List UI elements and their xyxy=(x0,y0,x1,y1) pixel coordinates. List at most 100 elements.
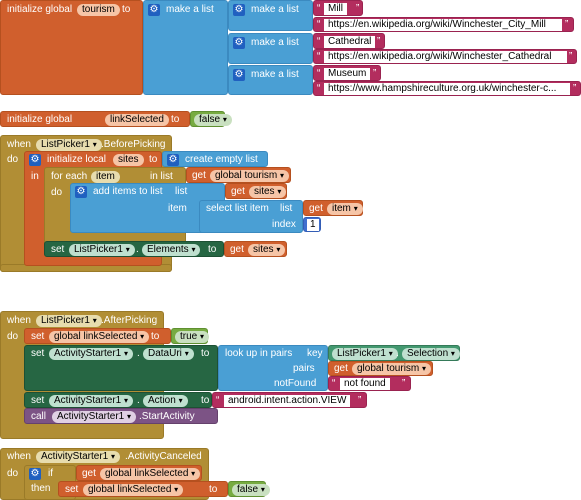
component-dropdown[interactable]: ListPicker1 ▾ xyxy=(36,139,102,151)
var-dropdown[interactable]: item ▾ xyxy=(327,203,363,215)
number-value[interactable]: 1 xyxy=(307,219,319,231)
make-a-list-cathedral[interactable]: ⚙ make a list xyxy=(228,33,313,64)
var-dropdown[interactable]: global linkSelected ▾ xyxy=(49,331,150,343)
text-value[interactable]: android.intent.action.VIEW xyxy=(224,395,351,407)
look-up-in-pairs-block[interactable]: look up in pairs key pairs notFound xyxy=(218,345,328,391)
var-dropdown[interactable]: global linkSelected ▾ xyxy=(83,484,184,496)
component-dropdown[interactable]: ListPicker1 ▾ xyxy=(332,348,398,360)
logic-true-block[interactable]: true ▾ xyxy=(171,328,210,344)
text-block-museum[interactable]: “ Museum ” xyxy=(313,65,381,81)
key-label: key xyxy=(307,348,323,359)
property-dropdown[interactable]: Action ▾ xyxy=(143,395,188,407)
get-global-linkselected-block[interactable]: get global linkSelected ▾ xyxy=(76,465,202,481)
set-activitystarter-datauri-block[interactable]: set ActivityStarter1 ▾ . DataUri ▾ to xyxy=(24,345,218,391)
do-label: do xyxy=(7,468,19,479)
text-value[interactable]: Museum xyxy=(324,68,371,80)
make-a-list-museum[interactable]: ⚙ make a list xyxy=(228,65,313,95)
get-sites-block[interactable]: get sites ▾ xyxy=(224,241,287,257)
text-block-action[interactable]: “ android.intent.action.VIEW ” xyxy=(212,392,367,408)
set-listpicker-elements-block[interactable]: set ListPicker1 ▾ . Elements ▾ to xyxy=(44,241,224,257)
init-global-tourism-block[interactable]: initialize global tourism to xyxy=(0,0,143,95)
mutator-gear-icon[interactable]: ⚙ xyxy=(75,186,87,198)
var-dropdown[interactable]: sites ▾ xyxy=(249,186,287,198)
true-dropdown[interactable]: true ▾ xyxy=(175,331,210,343)
global-var-name-tourism[interactable]: tourism xyxy=(77,4,120,16)
create-empty-list-block[interactable]: ⚙ create empty list xyxy=(162,151,268,167)
text-block-url-mill[interactable]: “ https://en.wikipedia.org/wiki/Winchest… xyxy=(313,17,574,32)
property-dropdown[interactable]: Selection ▾ xyxy=(402,348,460,360)
do-label: do xyxy=(51,187,63,198)
to-label: to xyxy=(208,244,217,255)
text-value[interactable]: https://www.hampshireculture.org.uk/winc… xyxy=(324,83,570,95)
text-block-url-cathedral[interactable]: “ https://en.wikipedia.org/wiki/Winchest… xyxy=(313,49,577,64)
quote-open: “ xyxy=(332,378,336,389)
set-global-linkselected-block[interactable]: set global linkSelected ▾ to xyxy=(24,328,171,344)
mutator-gear-icon[interactable]: ⚙ xyxy=(29,468,41,480)
mutator-gear-icon[interactable]: ⚙ xyxy=(29,154,41,166)
property-dropdown[interactable]: Elements ▾ xyxy=(142,244,201,256)
component-dropdown[interactable]: ActivityStarter1 ▾ xyxy=(36,451,121,463)
component-dropdown[interactable]: ActivityStarter1 ▾ xyxy=(49,348,134,360)
var-dropdown[interactable]: sites ▾ xyxy=(248,244,286,256)
mutator-gear-icon[interactable]: ⚙ xyxy=(233,4,245,16)
mutator-gear-icon[interactable]: ⚙ xyxy=(148,4,160,16)
false-dropdown[interactable]: false ▾ xyxy=(194,114,232,126)
text-value[interactable]: Mill xyxy=(324,3,347,15)
quote-close: ” xyxy=(402,378,406,389)
var-dropdown[interactable]: global tourism ▾ xyxy=(352,363,432,375)
to-label: to xyxy=(209,484,218,495)
set-label: set xyxy=(31,395,45,406)
text-value[interactable]: https://en.wikipedia.org/wiki/Winchester… xyxy=(324,19,562,31)
text-block-cathedral[interactable]: “ Cathedral ” xyxy=(313,33,385,49)
local-var-name-sites[interactable]: sites xyxy=(113,154,144,166)
when-label: when xyxy=(7,139,31,150)
mutator-gear-icon[interactable]: ⚙ xyxy=(233,69,245,81)
to-label: to xyxy=(201,395,210,406)
dot-label: . xyxy=(137,395,140,406)
listpicker-selection-getter[interactable]: ListPicker1 ▾ . Selection ▾ xyxy=(328,345,460,361)
text-block-not-found[interactable]: “ not found ” xyxy=(328,376,411,391)
text-value[interactable]: Cathedral xyxy=(324,36,376,48)
property-dropdown[interactable]: DataUri ▾ xyxy=(143,348,194,360)
quote-open: “ xyxy=(317,83,321,94)
text-block-url-museum[interactable]: “ https://www.hampshireculture.org.uk/wi… xyxy=(313,81,581,96)
text-value[interactable]: https://en.wikipedia.org/wiki/Winchester… xyxy=(324,51,567,63)
mutator-gear-icon[interactable]: ⚙ xyxy=(233,37,245,49)
logic-false-block[interactable]: false ▾ xyxy=(190,111,232,127)
component-dropdown[interactable]: ActivityStarter1 ▾ xyxy=(49,395,134,407)
global-var-name-linkselected[interactable]: linkSelected xyxy=(105,114,169,126)
select-list-item-label: select list item xyxy=(206,203,269,214)
do-label: do xyxy=(7,154,19,165)
dot-label: . xyxy=(136,244,139,255)
var-dropdown[interactable]: global linkSelected ▾ xyxy=(100,468,201,480)
get-sites-block[interactable]: get sites ▾ xyxy=(225,183,287,199)
text-value[interactable]: not found xyxy=(340,378,390,390)
make-a-list-mill[interactable]: ⚙ make a list xyxy=(228,0,313,31)
to-label: to xyxy=(151,331,160,342)
make-a-list-outer[interactable]: ⚙ make a list xyxy=(143,0,228,95)
select-list-item-block[interactable]: select list item list index xyxy=(199,200,303,233)
call-startactivity-block[interactable]: call ActivityStarter1 ▾ .StartActivity xyxy=(24,408,218,424)
set-activitystarter-action-block[interactable]: set ActivityStarter1 ▾ . Action ▾ to xyxy=(24,392,212,408)
set-global-linkselected-block[interactable]: set global linkSelected ▾ to xyxy=(58,481,228,497)
make-a-list-label: make a list xyxy=(166,4,214,15)
index-label: index xyxy=(272,219,296,230)
quote-close: ” xyxy=(358,395,362,406)
get-global-tourism-block[interactable]: get global tourism ▾ xyxy=(328,361,433,376)
text-block-mill[interactable]: “ Mill ” xyxy=(313,0,363,16)
var-dropdown[interactable]: global tourism ▾ xyxy=(210,170,290,182)
init-global-linkselected-block[interactable]: initialize global linkSelected to xyxy=(0,111,190,127)
component-dropdown[interactable]: ListPicker1 ▾ xyxy=(36,315,102,327)
mutator-gear-icon[interactable]: ⚙ xyxy=(167,154,179,166)
component-dropdown[interactable]: ActivityStarter1 ▾ xyxy=(52,411,137,423)
get-global-tourism-block[interactable]: get global tourism ▾ xyxy=(186,167,291,183)
init-local-label: initialize local xyxy=(47,154,106,165)
get-item-block[interactable]: get item ▾ xyxy=(303,200,363,216)
false-dropdown[interactable]: false ▾ xyxy=(232,484,270,496)
number-block[interactable]: 1 xyxy=(303,217,321,232)
logic-false-block[interactable]: false ▾ xyxy=(228,481,270,497)
init-global-label: initialize global xyxy=(7,4,73,15)
to-label: to xyxy=(122,4,131,15)
loop-var-item[interactable]: item xyxy=(91,171,120,183)
component-dropdown[interactable]: ListPicker1 ▾ xyxy=(69,244,135,256)
